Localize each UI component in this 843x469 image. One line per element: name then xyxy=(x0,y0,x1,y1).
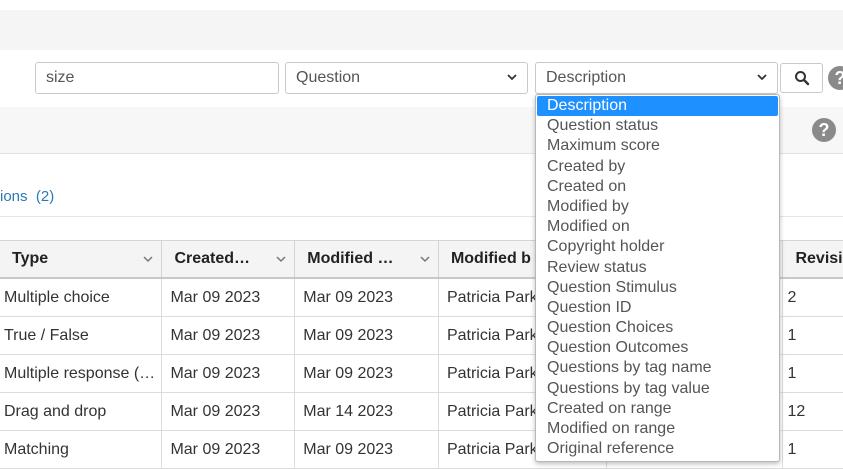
column-header-label: Created… xyxy=(174,250,251,267)
type-select-value: Question xyxy=(296,69,361,86)
questions-link-count: (2) xyxy=(35,188,55,205)
top-bar xyxy=(0,10,843,50)
dropdown-option[interactable]: Question ID xyxy=(536,298,779,318)
chevron-down-icon[interactable] xyxy=(276,255,286,263)
cell-created: Mar 09 2023 xyxy=(161,316,296,355)
dropdown-option[interactable]: Review status xyxy=(536,258,779,278)
dropdown-option[interactable]: Questions by tag name xyxy=(536,358,779,378)
questions-link-text: ions xyxy=(0,188,28,205)
search-button[interactable] xyxy=(780,63,823,93)
dropdown-option[interactable]: Description xyxy=(537,96,778,117)
cell-created: Mar 09 2023 xyxy=(161,392,296,431)
cell-created: Mar 09 2023 xyxy=(161,354,296,393)
column-header-label: Modified … xyxy=(307,250,394,267)
cell-type: Matching xyxy=(0,430,163,469)
questions-link[interactable]: ions (2) xyxy=(0,188,54,205)
column-header-modified[interactable]: Modified … xyxy=(294,240,439,279)
column-header-type[interactable]: Type xyxy=(0,240,163,279)
cell-type: Multiple choice xyxy=(0,277,163,317)
cell-revision: 1 xyxy=(782,354,843,393)
dropdown-option[interactable]: Question Stimulus xyxy=(536,278,779,298)
keyword-input[interactable] xyxy=(46,64,268,92)
dropdown-option[interactable]: Maximum score xyxy=(536,136,779,156)
cell-modified: Mar 09 2023 xyxy=(294,316,439,355)
cell-modified: Mar 09 2023 xyxy=(294,430,439,469)
cell-revision: 1 xyxy=(782,316,843,355)
column-header-label: Modified b xyxy=(450,250,531,267)
dropdown-option[interactable]: Question Choices xyxy=(536,318,779,338)
help-icon[interactable]: ? xyxy=(828,66,843,90)
field-select-value: Description xyxy=(546,69,627,86)
column-header-created[interactable]: Created… xyxy=(161,240,296,279)
field-dropdown-list: Description Question status Maximum scor… xyxy=(535,94,780,462)
dropdown-option[interactable]: Copyright holder xyxy=(536,237,779,257)
dropdown-option[interactable]: Question status xyxy=(536,116,779,136)
field-select[interactable]: Description xyxy=(535,62,778,94)
cell-created: Mar 09 2023 xyxy=(161,430,296,469)
dropdown-option[interactable]: Created on xyxy=(536,177,779,197)
search-icon xyxy=(795,71,810,86)
cell-revision: 1 xyxy=(782,430,843,469)
chevron-down-icon xyxy=(757,74,767,81)
keyword-input-wrapper[interactable] xyxy=(35,62,279,94)
cell-modified: Mar 09 2023 xyxy=(294,277,439,317)
type-select[interactable]: Question xyxy=(285,62,528,94)
cell-revision: 2 xyxy=(782,277,843,317)
column-header-label: Type xyxy=(12,250,49,267)
dropdown-option[interactable]: Created on range xyxy=(536,399,779,419)
dropdown-option[interactable]: Created by xyxy=(536,157,779,177)
dropdown-option[interactable]: Modified on range xyxy=(536,419,779,439)
cell-type: True / False xyxy=(0,316,163,355)
dropdown-option[interactable]: Original reference xyxy=(536,439,779,459)
chevron-down-icon xyxy=(507,74,517,81)
dropdown-option[interactable]: Modified by xyxy=(536,197,779,217)
cell-type: Drag and drop xyxy=(0,392,163,431)
cell-created: Mar 09 2023 xyxy=(161,277,296,317)
dropdown-option[interactable]: Modified on xyxy=(536,217,779,237)
dropdown-option[interactable]: Questions by tag value xyxy=(536,379,779,399)
column-header-revision[interactable]: Revisi xyxy=(782,240,843,279)
cell-modified: Mar 14 2023 xyxy=(294,392,439,431)
chevron-down-icon[interactable] xyxy=(420,255,430,263)
cell-revision: 12 xyxy=(782,392,843,431)
cell-modified: Mar 09 2023 xyxy=(294,354,439,393)
cell-type: Multiple response (… xyxy=(0,354,163,393)
chevron-down-icon[interactable] xyxy=(143,255,153,263)
dropdown-option[interactable]: Question Outcomes xyxy=(536,338,779,358)
help-icon[interactable]: ? xyxy=(812,118,836,142)
column-header-label: Revisi xyxy=(795,250,843,267)
